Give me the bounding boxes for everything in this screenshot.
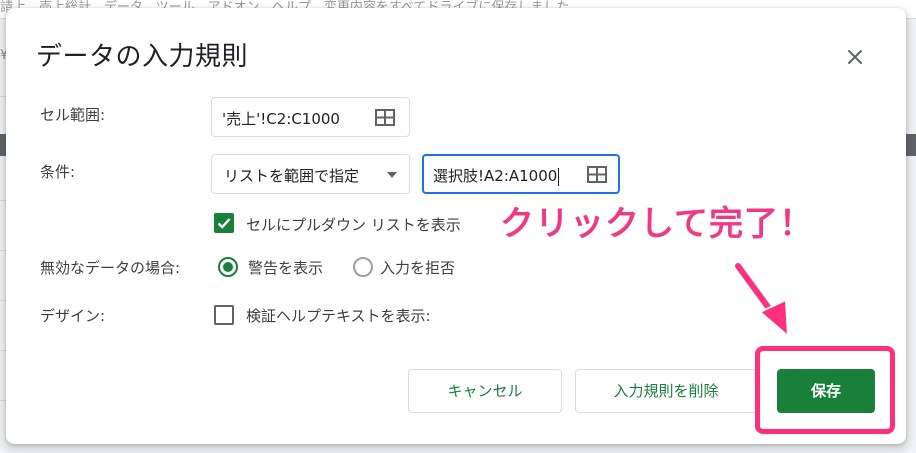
text-caret <box>558 167 560 186</box>
close-button[interactable] <box>840 42 870 72</box>
radio-show-warning[interactable] <box>218 257 238 277</box>
grid-icon[interactable] <box>375 109 395 126</box>
show-dropdown-label: セルにプルダウン リストを表示 <box>246 216 461 234</box>
annotation-text: クリックして完了！ <box>500 204 814 244</box>
help-text-checkbox[interactable] <box>214 305 234 325</box>
arrow-icon <box>733 261 789 337</box>
cell-range-label: セル範囲: <box>40 106 106 124</box>
delete-rule-button[interactable]: 入力規則を削除 <box>575 369 757 413</box>
grid-icon[interactable] <box>587 166 607 183</box>
radio-reject-input[interactable] <box>353 257 373 277</box>
criteria-label: 条件: <box>40 163 76 181</box>
close-icon <box>848 50 862 64</box>
criteria-range-input[interactable]: 選択肢!A2:A1000 <box>422 154 620 194</box>
design-label: デザイン: <box>40 307 106 325</box>
show-warning-label: 警告を表示 <box>248 259 324 277</box>
reject-input-label: 入力を拒否 <box>380 259 456 277</box>
show-dropdown-checkbox[interactable] <box>214 213 234 233</box>
save-highlight-box <box>755 346 895 434</box>
criteria-type-select[interactable]: リストを範囲で指定 <box>211 154 410 194</box>
cancel-button[interactable]: キャンセル <box>408 369 562 413</box>
dialog-title: データの入力規則 <box>36 42 249 72</box>
criteria-type-value: リストを範囲で指定 <box>224 167 360 185</box>
cell-range-input[interactable]: '売上'!C2:C1000 <box>211 97 410 137</box>
check-icon <box>217 218 231 229</box>
criteria-range-value: 選択肢!A2:A1000 <box>433 167 560 186</box>
cell-range-value: '売上'!C2:C1000 <box>222 110 340 128</box>
caret-down-icon <box>387 172 397 178</box>
invalid-data-label: 無効なデータの場合: <box>40 259 181 277</box>
help-text-label: 検証ヘルプテキストを表示: <box>246 307 431 325</box>
